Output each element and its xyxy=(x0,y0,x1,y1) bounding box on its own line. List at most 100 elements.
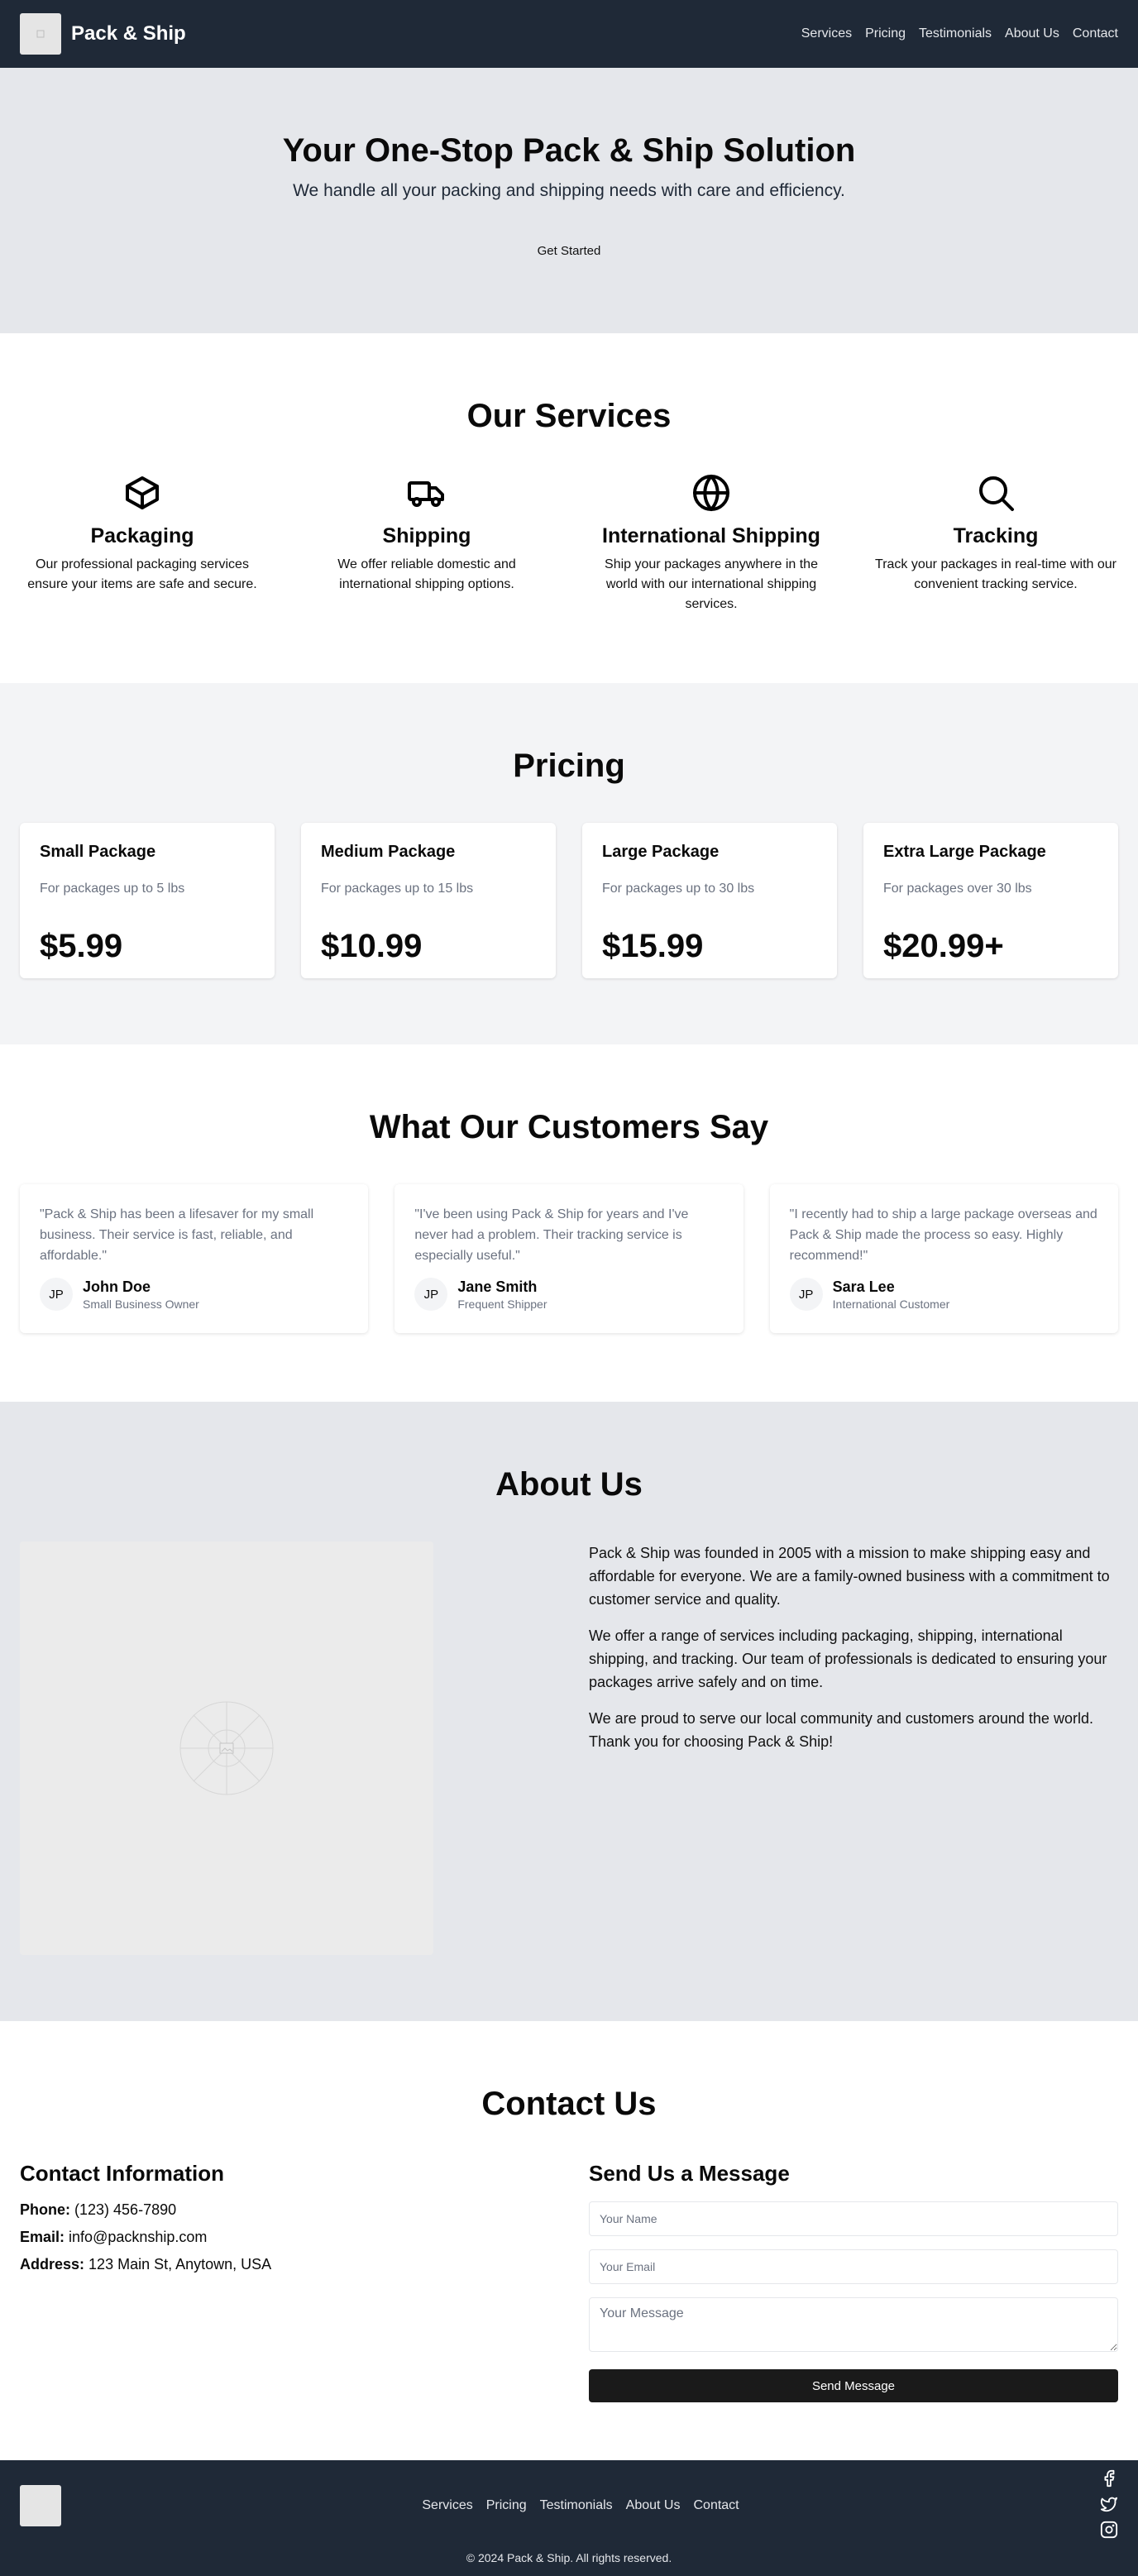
services-title: Our Services xyxy=(466,398,672,434)
plan-desc: For packages up to 30 lbs xyxy=(602,882,755,896)
contact-form: Send Us a Message Send Message xyxy=(589,2161,1118,2402)
hero-section: Your One-Stop Pack & Ship Solution We ha… xyxy=(0,68,1138,333)
site-header: Pack & Ship Services Pricing Testimonial… xyxy=(0,0,1138,68)
person-role: Frequent Shipper xyxy=(457,1297,547,1311)
person-name: Jane Smith xyxy=(457,1278,538,1295)
twitter-icon[interactable] xyxy=(1100,2495,1118,2517)
contact-info-title: Contact Information xyxy=(20,2161,224,2186)
testimonial-card: "I recently had to ship a large package … xyxy=(769,1184,1118,1333)
plan-desc: For packages over 30 lbs xyxy=(883,882,1032,896)
contact-section: Contact Us Contact Information Phone: (1… xyxy=(0,2021,1138,2460)
testimonial-quote: "Pack & Ship has been a lifesaver for my… xyxy=(40,1207,314,1263)
testimonial-quote: "I recently had to ship a large package … xyxy=(789,1207,1097,1263)
pricing-title: Pricing xyxy=(513,748,625,784)
contact-title: Contact Us xyxy=(481,2086,657,2122)
image-placeholder-icon xyxy=(179,1701,274,1795)
service-desc: We offer reliable domestic and internati… xyxy=(337,557,516,591)
person-role: Small Business Owner xyxy=(83,1297,199,1311)
nav-pricing[interactable]: Pricing xyxy=(865,26,906,41)
contact-email: Email: info@packnship.com xyxy=(20,2229,208,2245)
footer-nav-about[interactable]: About Us xyxy=(626,2498,681,2513)
site-footer: Services Pricing Testimonials About Us C… xyxy=(0,2460,1138,2576)
avatar: JP xyxy=(789,1278,823,1311)
service-desc: Ship your packages anywhere in the world… xyxy=(605,557,818,611)
plan-price: $15.99 xyxy=(602,928,704,964)
price-card: Extra Large Package For packages over 30… xyxy=(863,823,1118,978)
contact-form-title: Send Us a Message xyxy=(589,2161,790,2186)
price-card: Small Package For packages up to 5 lbs $… xyxy=(20,823,275,978)
service-card: International Shipping Ship your package… xyxy=(589,473,834,614)
globe-icon xyxy=(589,473,834,513)
testimonials-title: What Our Customers Say xyxy=(369,1109,769,1145)
nav-services[interactable]: Services xyxy=(801,26,852,41)
plan-name: Medium Package xyxy=(321,843,456,861)
testimonials-section: What Our Customers Say "Pack & Ship has … xyxy=(0,1044,1138,1402)
send-message-button[interactable]: Send Message xyxy=(589,2369,1118,2402)
plan-name: Small Package xyxy=(40,843,156,861)
footer-nav-contact[interactable]: Contact xyxy=(693,2498,739,2513)
service-title: Packaging xyxy=(90,524,194,547)
logo-icon xyxy=(20,13,61,55)
testimonial-card: "I've been using Pack & Ship for years a… xyxy=(394,1184,744,1333)
copyright: © 2024 Pack & Ship. All rights reserved. xyxy=(466,2551,672,2564)
email-input[interactable] xyxy=(589,2249,1118,2284)
avatar: JP xyxy=(414,1278,448,1311)
truck-icon xyxy=(304,473,549,513)
pricing-section: Pricing Small Package For packages up to… xyxy=(0,683,1138,1044)
service-card: Shipping We offer reliable domestic and … xyxy=(304,473,549,614)
social-links xyxy=(1100,2469,1118,2543)
about-paragraph: Pack & Ship was founded in 2005 with a m… xyxy=(589,1545,1110,1608)
service-title: International Shipping xyxy=(602,524,820,547)
plan-desc: For packages up to 15 lbs xyxy=(321,882,474,896)
about-paragraph: We offer a range of services including p… xyxy=(589,1627,1107,1690)
service-title: Shipping xyxy=(382,524,471,547)
person-name: John Doe xyxy=(83,1278,151,1295)
nav-about[interactable]: About Us xyxy=(1005,26,1059,41)
plan-price: $20.99+ xyxy=(883,928,1004,964)
plan-name: Extra Large Package xyxy=(883,843,1046,861)
box-icon xyxy=(20,473,265,513)
person-name: Sara Lee xyxy=(832,1278,895,1295)
footer-nav-services[interactable]: Services xyxy=(422,2498,472,2513)
price-card: Medium Package For packages up to 15 lbs… xyxy=(301,823,556,978)
avatar: JP xyxy=(40,1278,73,1311)
service-title: Tracking xyxy=(953,524,1039,547)
footer-logo-icon[interactable] xyxy=(20,2485,61,2526)
nav-contact[interactable]: Contact xyxy=(1073,26,1118,41)
testimonial-quote: "I've been using Pack & Ship for years a… xyxy=(414,1207,689,1263)
message-input[interactable] xyxy=(589,2297,1118,2352)
about-paragraph: We are proud to serve our local communit… xyxy=(589,1710,1093,1750)
hero-subtitle: We handle all your packing and shipping … xyxy=(293,181,845,200)
contact-address: Address: 123 Main St, Anytown, USA xyxy=(20,2256,272,2273)
image-placeholder xyxy=(20,1541,433,1955)
footer-nav-pricing[interactable]: Pricing xyxy=(486,2498,527,2513)
instagram-icon[interactable] xyxy=(1100,2521,1118,2543)
plan-name: Large Package xyxy=(602,843,720,861)
services-section: Our Services Packaging Our professional … xyxy=(0,333,1138,683)
about-section: About Us Pack & Ship was founded in 2005… xyxy=(0,1402,1138,2021)
footer-nav-testimonials[interactable]: Testimonials xyxy=(540,2498,613,2513)
price-card: Large Package For packages up to 30 lbs … xyxy=(582,823,837,978)
plan-desc: For packages up to 5 lbs xyxy=(40,882,185,896)
plan-price: $10.99 xyxy=(321,928,423,964)
person-role: International Customer xyxy=(832,1297,950,1311)
service-desc: Our professional packaging services ensu… xyxy=(27,557,257,591)
service-card: Tracking Track your packages in real-tim… xyxy=(873,473,1118,614)
footer-nav: Services Pricing Testimonials About Us C… xyxy=(422,2498,739,2513)
hero-title: Your One-Stop Pack & Ship Solution xyxy=(282,132,856,169)
service-desc: Track your packages in real-time with ou… xyxy=(875,557,1116,591)
main-nav: Services Pricing Testimonials About Us C… xyxy=(801,26,1118,41)
brand-name: Pack & Ship xyxy=(71,22,186,45)
contact-phone: Phone: (123) 456-7890 xyxy=(20,2201,177,2218)
testimonial-card: "Pack & Ship has been a lifesaver for my… xyxy=(20,1184,369,1333)
nav-testimonials[interactable]: Testimonials xyxy=(919,26,992,41)
brand[interactable]: Pack & Ship xyxy=(20,13,186,55)
name-input[interactable] xyxy=(589,2201,1118,2236)
contact-info: Contact Information Phone: (123) 456-789… xyxy=(20,2161,549,2402)
facebook-icon[interactable] xyxy=(1100,2469,1118,2492)
about-title: About Us xyxy=(495,1466,643,1503)
get-started-button[interactable]: Get Started xyxy=(524,237,614,265)
service-card: Packaging Our professional packaging ser… xyxy=(20,473,265,614)
search-icon xyxy=(873,473,1118,513)
plan-price: $5.99 xyxy=(40,928,123,964)
